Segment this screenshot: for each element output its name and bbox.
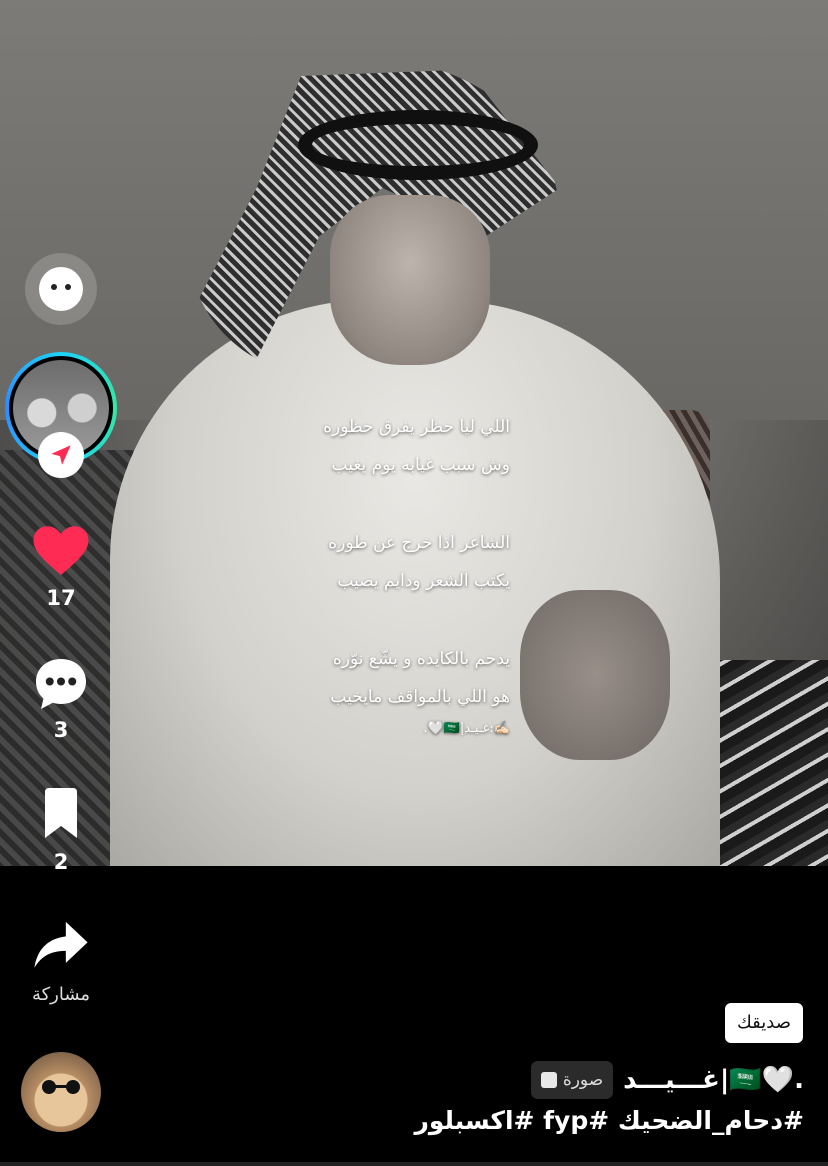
face-filter-icon [39,267,83,311]
like-count: 17 [46,586,76,610]
hashtags[interactable]: #دحام_الضحيك #fyp #اكسبلور [414,1106,804,1135]
face-filter-button[interactable] [25,253,97,325]
caption-overlay: اللي ليا حظر يفرق حظوره وش سبب غيابه يوم… [190,408,510,742]
photo-person-face [330,195,490,365]
caption-line: وش سبب غيابه يوم يغيب [331,455,510,475]
bookmark-icon [45,788,77,838]
send-button[interactable] [38,432,84,478]
share-label: مشاركة [31,984,91,1005]
bottom-divider [0,1162,828,1166]
username[interactable]: غـــيـــد|🇸🇦🤍. [623,1065,804,1095]
caption-line: يدحم بالكايده و يشّع نوّره [332,649,510,669]
caption-line: اللي ليا حظر يفرق حظوره [323,417,510,437]
save-count: 2 [53,850,69,874]
caption-line: الشاعر اذا خرج عن طوره [328,533,510,553]
caption-line: يكتب الشعر ودايم يصيب [337,571,510,591]
photo-icon [540,1072,557,1088]
comment-button[interactable] [31,654,91,714]
photo-agal [298,110,538,180]
bookmark-button[interactable] [40,788,82,840]
send-plane-icon [51,445,71,465]
like-button[interactable] [31,522,91,578]
heart-icon [33,526,89,575]
friend-badge: صديقك [724,1003,803,1043]
user-avatar[interactable] [21,1052,101,1132]
cat-avatar-glasses [42,1080,80,1094]
share-arrow-icon [34,921,88,968]
photo-tag-label: صورة [562,1070,604,1090]
comment-count: 3 [53,718,69,742]
photo-tag[interactable]: صورة [530,1061,614,1099]
caption-signature: ✍🏻:غـيـد|🇸🇦🤍. [423,721,510,736]
share-button[interactable] [32,918,90,974]
post-photo[interactable]: اللي ليا حظر يفرق حظوره وش سبب غيابه يوم… [0,0,828,866]
username-row: غـــيـــد|🇸🇦🤍. صورة [530,1058,804,1102]
photo-hands [520,590,670,760]
caption-line: هو اللي بالمواقف مايخيب [330,687,510,707]
